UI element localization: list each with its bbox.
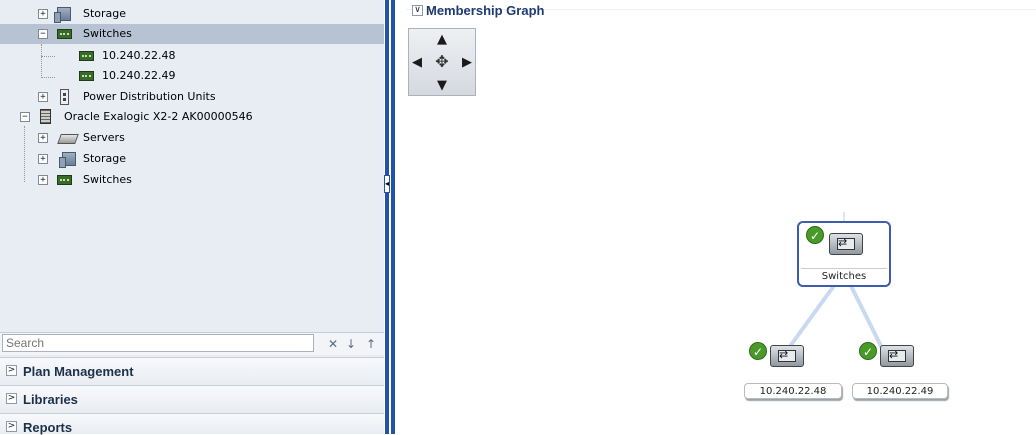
expand-icon[interactable]: +: [38, 175, 48, 185]
chevron-right-icon: >: [6, 365, 17, 376]
switch-icon: [79, 71, 94, 81]
graph-node-switches[interactable]: ✓ Switches: [797, 221, 891, 287]
splitter-bar: [391, 0, 395, 434]
graph-node-label: 10.240.22.48: [744, 383, 842, 399]
expand-icon[interactable]: +: [38, 133, 48, 143]
search-next-icon[interactable]: ↓: [344, 336, 358, 352]
switch-device-icon: [770, 345, 804, 367]
tree-item-label: Switches: [83, 173, 132, 186]
pane-splitter[interactable]: ◂: [384, 0, 396, 434]
status-ok-icon: ✓: [806, 226, 824, 244]
tree-item-label: 10.240.22.49: [102, 69, 176, 82]
navigation-pane: + Storage − Switches 10.240.22.48 10.240…: [0, 0, 384, 435]
tree-item-pdu[interactable]: + Power Distribution Units: [0, 87, 384, 107]
search-previous-icon[interactable]: ↑: [364, 336, 378, 352]
collapse-icon[interactable]: −: [20, 112, 30, 122]
accordion-libraries[interactable]: > Libraries: [0, 385, 384, 412]
status-ok-icon: ✓: [749, 342, 767, 360]
switch-device-icon: [829, 233, 863, 255]
search-bar: ✕ ↓ ↑: [0, 332, 384, 355]
search-input[interactable]: [2, 334, 314, 352]
graph-node-switch-48[interactable]: ✓ 10.240.22.48: [744, 340, 850, 402]
chevron-down-icon[interactable]: ∨: [412, 5, 423, 16]
status-ok-icon: ✓: [859, 342, 877, 360]
clear-search-icon[interactable]: ✕: [326, 336, 340, 352]
switch-icon: [57, 175, 72, 185]
graph-node-label: Switches: [801, 268, 887, 284]
accordion-label: Libraries: [23, 392, 78, 407]
tree-item-label: Switches: [83, 27, 132, 40]
storage-icon: [59, 152, 76, 168]
tree-item-switch-48[interactable]: 10.240.22.48: [0, 46, 384, 66]
tree-item-label: Servers: [83, 131, 125, 144]
pdu-icon: [60, 89, 69, 105]
accordion-plan-management[interactable]: > Plan Management: [0, 357, 384, 384]
tree-item-label: Power Distribution Units: [83, 90, 216, 103]
storage-icon: [54, 7, 71, 23]
tree-item-exalogic[interactable]: − Oracle Exalogic X2-2 AK00000546: [0, 107, 384, 127]
graph-title: Membership Graph: [426, 3, 545, 18]
accordion-label: Plan Management: [23, 364, 134, 379]
tree-item-label: Storage: [83, 152, 127, 165]
accordion-reports[interactable]: > Reports: [0, 413, 384, 435]
switch-device-icon: [880, 345, 914, 367]
expand-icon[interactable]: +: [38, 9, 48, 19]
graph-node-switch-49[interactable]: ✓ 10.240.22.49: [852, 340, 956, 402]
tree-item-storage-2[interactable]: + Storage: [0, 149, 384, 169]
collapse-icon[interactable]: −: [38, 29, 48, 39]
tree-item-label: Storage: [83, 7, 127, 20]
switch-icon: [79, 51, 94, 61]
accordion-label: Reports: [23, 420, 73, 435]
tree-item-switch-49[interactable]: 10.240.22.49: [0, 66, 384, 86]
splitter-bar: [385, 0, 389, 434]
target-tree: + Storage − Switches 10.240.22.48 10.240…: [0, 0, 384, 330]
switch-icon: [57, 29, 72, 39]
membership-graph-header[interactable]: ∨ Membership Graph: [406, 0, 1036, 22]
tree-item-label: 10.240.22.48: [102, 49, 176, 62]
tree-item-switches[interactable]: − Switches: [0, 24, 384, 44]
chevron-right-icon: >: [6, 421, 17, 432]
tree-item-storage[interactable]: + Storage: [0, 4, 384, 24]
server-icon: [57, 134, 79, 144]
tree-item-servers[interactable]: + Servers: [0, 128, 384, 148]
graph-node-label: 10.240.22.49: [852, 383, 948, 399]
expand-icon[interactable]: +: [38, 154, 48, 164]
rack-icon: [40, 109, 51, 124]
collapse-pane-icon[interactable]: ◂: [384, 175, 390, 193]
chevron-right-icon: >: [6, 393, 17, 404]
expand-icon[interactable]: +: [38, 92, 48, 102]
tree-item-label: Oracle Exalogic X2-2 AK00000546: [64, 110, 253, 123]
tree-item-switches-2[interactable]: + Switches: [0, 170, 384, 190]
